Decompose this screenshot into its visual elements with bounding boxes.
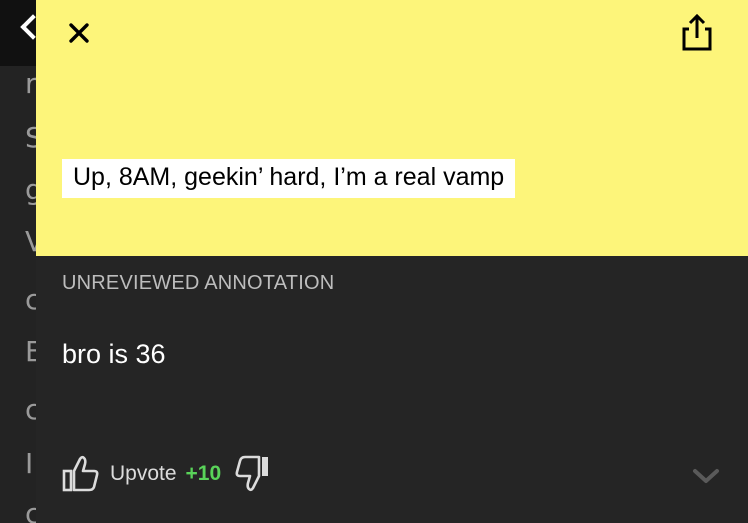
annotation-status-label: UNREVIEWED ANNOTATION [62, 272, 335, 294]
thumbs-down-icon [235, 455, 269, 492]
vote-count: +10 [185, 462, 222, 485]
background-top-bar [0, 0, 36, 66]
background-text-fragment: V [25, 225, 36, 258]
background-text-fragment: c [25, 283, 36, 316]
annotation-body: bro is 36 [62, 339, 166, 369]
thumbs-up-icon [62, 455, 99, 492]
background-text-fragment: I [25, 447, 34, 480]
share-icon [682, 13, 712, 51]
back-chevron-icon[interactable] [20, 14, 36, 40]
downvote-button[interactable] [235, 455, 271, 493]
annotation-panel: UNREVIEWED ANNOTATION bro is 36 Upvote +… [36, 256, 748, 523]
annotation-modal: Up, 8AM, geekin’ hard, I’m a real vamp U… [36, 0, 748, 523]
chevron-down-icon [693, 469, 719, 483]
background-text-fragment: S [25, 121, 36, 154]
upvote-label: Upvote [110, 462, 177, 485]
background-text-fragment: c [25, 497, 36, 523]
close-button[interactable] [62, 16, 96, 50]
background-text-fragment: r [25, 67, 36, 100]
background-text-fragment: g [25, 173, 36, 206]
upvote-button[interactable]: Upvote [62, 454, 177, 494]
vote-bar: Upvote +10 [62, 452, 271, 496]
lyric-panel: Up, 8AM, geekin’ hard, I’m a real vamp [36, 0, 748, 256]
highlighted-lyric[interactable]: Up, 8AM, geekin’ hard, I’m a real vamp [62, 159, 516, 198]
background-page: r S g V c E c I c [0, 0, 36, 523]
background-text-fragment: c [25, 393, 36, 426]
share-button[interactable] [676, 12, 718, 54]
expand-button[interactable] [690, 464, 722, 488]
background-text-fragment: E [25, 335, 36, 368]
close-icon [69, 23, 89, 43]
